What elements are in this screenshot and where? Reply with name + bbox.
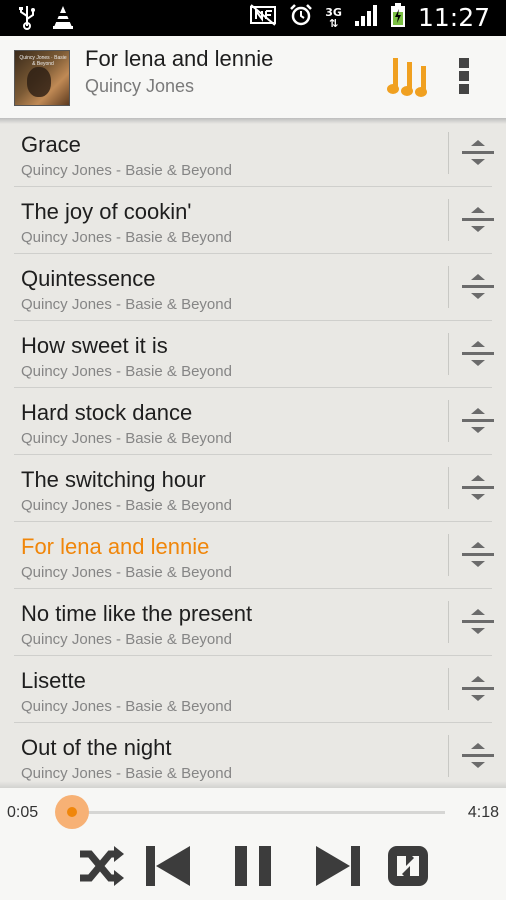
row-divider [448, 735, 449, 777]
track-title: The joy of cookin' [21, 199, 192, 224]
total-time: 4:18 [467, 804, 499, 821]
track-row[interactable]: Quintessence Quincy Jones - Basie & Beyon… [14, 254, 494, 321]
track-row[interactable]: Hard stock dance Quincy Jones - Basie & B… [14, 388, 494, 455]
status-bar: 3G ⇅ 11:27 [0, 0, 506, 36]
track-title: How sweet it is [21, 333, 168, 358]
now-playing-artist: Quincy Jones [85, 76, 195, 96]
row-divider [448, 601, 449, 643]
drag-handle-icon[interactable] [460, 540, 496, 570]
track-row[interactable]: Lisette Quincy Jones - Basie & Beyond [14, 656, 494, 723]
drag-handle-icon[interactable] [460, 607, 496, 637]
row-divider [448, 668, 449, 710]
nfc-icon [249, 4, 277, 31]
battery-charging-icon [390, 2, 406, 33]
album-art-text: Quincy Jones · Basie & Beyond [19, 55, 67, 67]
track-subtitle: Quincy Jones - Basie & Beyond [21, 698, 232, 715]
track-row[interactable]: The switching hour Quincy Jones - Basie &… [14, 455, 494, 522]
drag-handle-icon[interactable] [460, 674, 496, 704]
shuffle-icon[interactable] [76, 842, 124, 890]
track-row[interactable]: Out of the night Quincy Jones - Basie & B… [14, 723, 494, 788]
album-art-portrait [27, 67, 51, 97]
clock: 11:27 [417, 3, 490, 32]
track-subtitle: Quincy Jones - Basie & Beyond [21, 631, 232, 648]
equalizer-icon[interactable] [386, 56, 430, 98]
drag-handle-icon[interactable] [460, 339, 496, 369]
row-divider [448, 467, 449, 509]
seek-thumb[interactable] [54, 795, 89, 829]
track-row[interactable]: Grace Quincy Jones - Basie & Beyond [14, 120, 494, 187]
now-playing-title: For lena and lennie [85, 46, 274, 71]
usb-icon [18, 4, 36, 35]
track-list[interactable]: Grace Quincy Jones - Basie & Beyond The jo… [0, 120, 506, 788]
row-divider [448, 266, 449, 308]
elapsed-time: 0:05 [7, 804, 39, 821]
track-row[interactable]: How sweet it is Quincy Jones - Basie & Be… [14, 321, 494, 388]
row-divider [448, 132, 449, 174]
drag-handle-icon[interactable] [460, 406, 496, 436]
track-subtitle: Quincy Jones - Basie & Beyond [21, 430, 232, 447]
row-divider [448, 199, 449, 241]
pause-icon[interactable] [229, 842, 277, 890]
track-title: For lena and lennie [21, 534, 210, 559]
previous-icon[interactable] [144, 842, 192, 890]
drag-handle-icon[interactable] [460, 741, 496, 771]
overflow-menu-icon[interactable] [456, 58, 472, 98]
track-title: Lisette [21, 668, 86, 693]
drag-handle-icon[interactable] [460, 138, 496, 168]
player-controls: 0:05 4:18 [0, 788, 506, 900]
track-row[interactable]: The joy of cookin' Quincy Jones - Basie &… [14, 187, 494, 254]
row-divider [448, 534, 449, 576]
next-icon[interactable] [314, 842, 362, 890]
repeat-icon[interactable] [384, 842, 432, 890]
track-title: Hard stock dance [21, 400, 193, 425]
signal-icon [354, 3, 378, 32]
row-divider [448, 333, 449, 375]
track-title: No time like the present [21, 601, 253, 626]
track-title: Quintessence [21, 266, 156, 291]
album-art[interactable]: Quincy Jones · Basie & Beyond [14, 50, 70, 106]
vlc-icon [52, 4, 74, 35]
alarm-icon [289, 3, 313, 32]
seek-bar[interactable] [64, 811, 445, 814]
row-divider [448, 400, 449, 442]
drag-handle-icon[interactable] [460, 205, 496, 235]
track-row-active[interactable]: For lena and lennie Quincy Jones - Basie … [14, 522, 494, 589]
drag-handle-icon[interactable] [460, 272, 496, 302]
track-subtitle: Quincy Jones - Basie & Beyond [21, 765, 232, 782]
track-title: Out of the night [21, 735, 172, 760]
track-row[interactable]: No time like the present Quincy Jones - B… [14, 589, 494, 656]
now-playing-header[interactable]: Quincy Jones · Basie & Beyond For lena a… [0, 36, 506, 118]
network-indicator: 3G ⇅ [325, 5, 342, 30]
track-subtitle: Quincy Jones - Basie & Beyond [21, 229, 232, 246]
track-subtitle: Quincy Jones - Basie & Beyond [21, 363, 232, 380]
track-title: The switching hour [21, 467, 206, 492]
track-subtitle: Quincy Jones - Basie & Beyond [21, 497, 232, 514]
track-title: Grace [21, 132, 81, 157]
track-subtitle: Quincy Jones - Basie & Beyond [21, 296, 232, 313]
track-subtitle: Quincy Jones - Basie & Beyond [21, 162, 232, 179]
track-subtitle: Quincy Jones - Basie & Beyond [21, 564, 232, 581]
drag-handle-icon[interactable] [460, 473, 496, 503]
